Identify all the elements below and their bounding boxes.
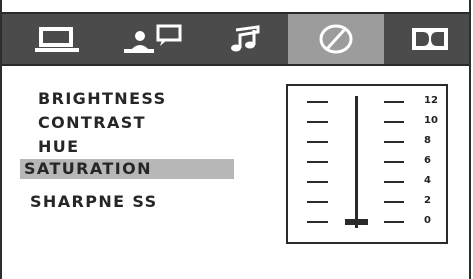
- tab-picture[interactable]: [288, 14, 384, 64]
- menu-item-brightness[interactable]: BRIGHTNESS: [38, 89, 167, 109]
- tab-display[interactable]: [22, 14, 92, 64]
- scale-tick-right: [384, 141, 404, 143]
- scale-tick-right: [384, 181, 404, 183]
- scale-label: 12: [424, 95, 438, 106]
- scale-tick-right: [384, 161, 404, 163]
- music-note-icon: [231, 25, 260, 52]
- picture-settings-icon: [319, 24, 353, 54]
- scale-label: 10: [424, 115, 438, 126]
- slider-track: [355, 96, 358, 228]
- menu-item-contrast[interactable]: CONTRAST: [38, 113, 146, 133]
- scale-label: 8: [424, 135, 431, 146]
- scale-tick-left: [307, 141, 328, 143]
- scale-tick-right: [384, 221, 404, 223]
- scale-tick-left: [307, 201, 328, 203]
- scale-tick-left: [307, 101, 328, 103]
- scale-label: 0: [424, 215, 431, 226]
- scale-tick-left: [307, 161, 328, 163]
- scale-label: 2: [424, 195, 431, 206]
- scale-tick-left: [307, 221, 328, 223]
- scale-label: 4: [424, 175, 431, 186]
- dolby-icon: [412, 28, 448, 50]
- menu-item-saturation[interactable]: SATURATION: [20, 159, 234, 179]
- osd-menu: BRIGHTNESS CONTRAST HUE SATURATION SHARP…: [0, 0, 471, 279]
- slider-knob[interactable]: [345, 219, 368, 225]
- saturation-slider[interactable]: 12 10 8 6 4 2 0: [286, 84, 448, 244]
- scale-tick-right: [384, 201, 404, 203]
- scale-tick-right: [384, 101, 404, 103]
- speech-person-icon: [124, 24, 182, 53]
- scale-tick-left: [307, 121, 328, 123]
- monitor-icon: [35, 27, 79, 52]
- tab-osd-language[interactable]: [106, 14, 196, 64]
- scale-tick-left: [307, 181, 328, 183]
- scale-tick-right: [384, 121, 404, 123]
- tab-audio[interactable]: [216, 14, 276, 64]
- menu-item-hue[interactable]: HUE: [38, 137, 80, 157]
- menu-item-sharpness[interactable]: SHARPNE SS: [30, 192, 158, 212]
- tab-dolby[interactable]: [394, 14, 466, 64]
- tab-bar: [2, 12, 469, 66]
- scale-label: 6: [424, 155, 431, 166]
